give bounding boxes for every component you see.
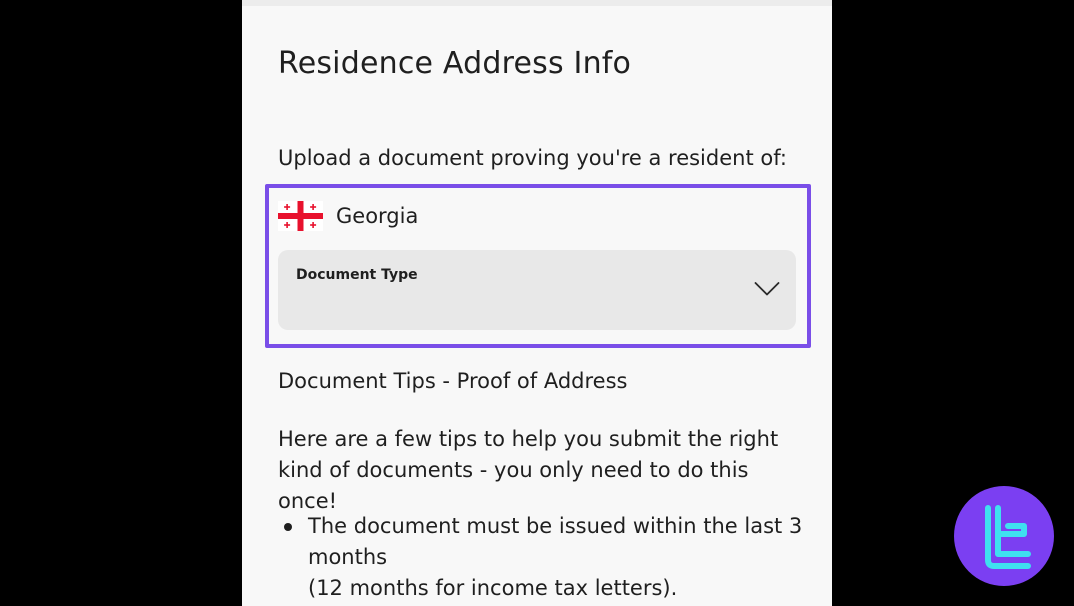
georgia-flag-icon (278, 201, 323, 231)
upload-prompt: Upload a document proving you're a resid… (278, 146, 787, 170)
brand-logo-badge (954, 486, 1054, 586)
page-title: Residence Address Info (278, 46, 632, 81)
document-type-select[interactable]: Document Type (278, 250, 796, 330)
tips-intro: Here are a few tips to help you submit t… (278, 427, 779, 513)
tips-list: The document must be issued within the l… (278, 511, 808, 604)
tips-heading: Document Tips - Proof of Address (278, 369, 628, 393)
country-name: Georgia (336, 204, 419, 228)
tip-text: The document must be issued within the l… (308, 514, 803, 569)
tip-note: (12 months for income tax letters). (308, 576, 678, 600)
panel-top-edge (242, 0, 832, 6)
residence-address-panel: Residence Address Info Upload a document… (242, 0, 832, 606)
tc-logo-icon (954, 486, 1054, 586)
bullet-dot (284, 523, 292, 531)
document-type-label: Document Type (296, 267, 418, 283)
list-item: The document must be issued within the l… (278, 511, 808, 604)
country-row: Georgia (278, 200, 418, 232)
chevron-down-icon[interactable] (754, 281, 780, 297)
